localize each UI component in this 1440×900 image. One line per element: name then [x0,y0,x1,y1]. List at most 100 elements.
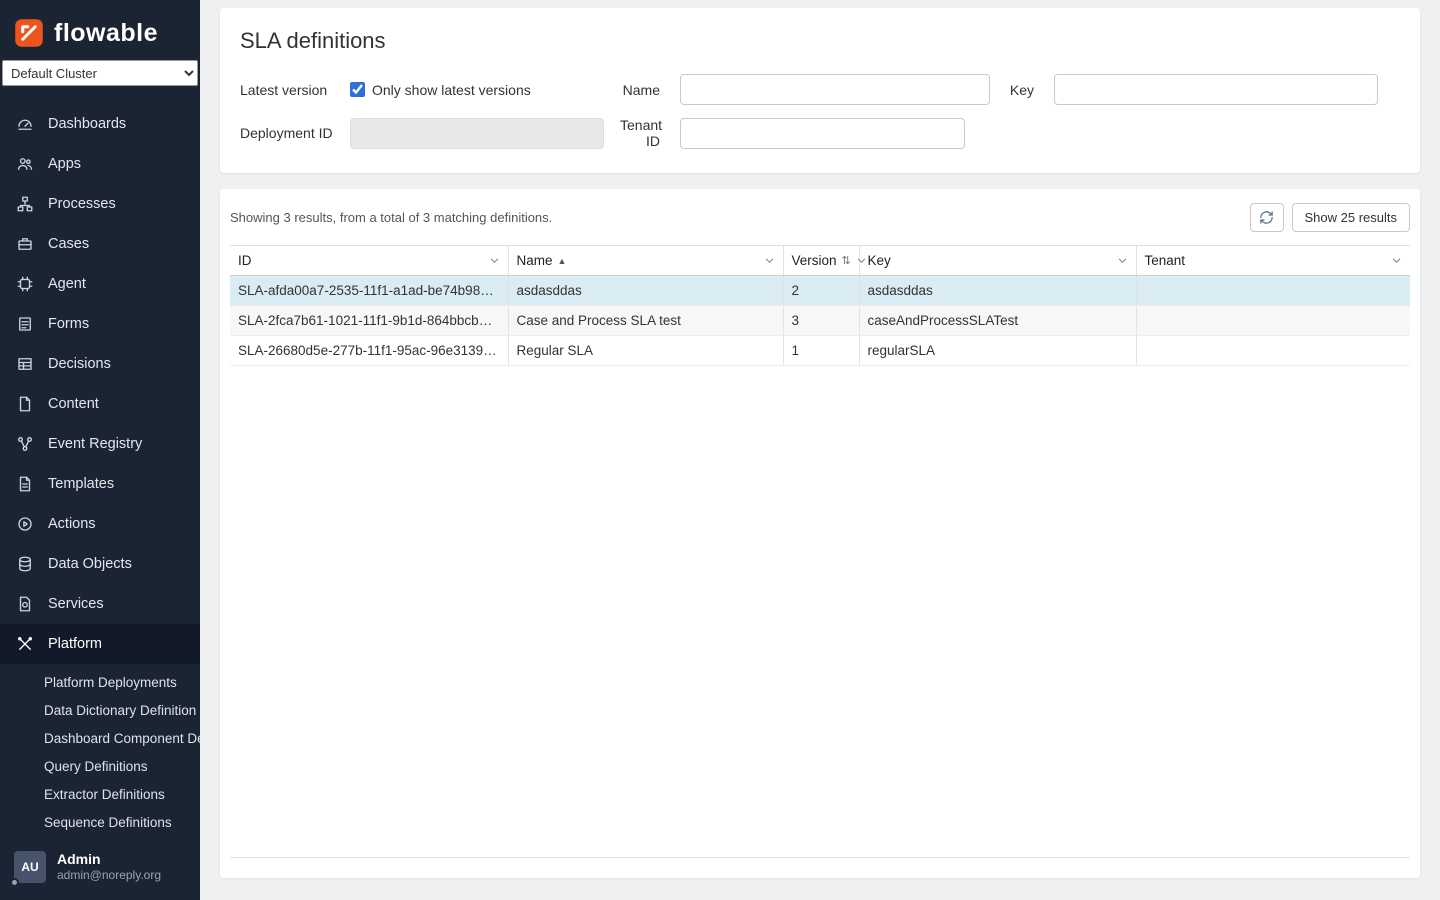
key-label: Key [990,82,1054,98]
avatar: AU [14,851,46,883]
submenu-item-data-dictionary-definition[interactable]: Data Dictionary Definition [0,696,200,724]
status-dot-icon [10,878,19,887]
column-header-id[interactable]: ID [230,246,508,276]
sidebar-item-label: Actions [48,516,96,532]
cell-key: regularSLA [859,336,1136,366]
column-header-key[interactable]: Key [859,246,1136,276]
table-row[interactable]: SLA-26680d5e-277b-11f1-95ac-96e3139c1...… [230,336,1410,366]
sidebar-item-label: Forms [48,316,89,332]
sitemap-icon [16,195,34,213]
sidebar-item-actions[interactable]: Actions [0,504,200,544]
name-input[interactable] [680,74,990,105]
sidebar-item-label: Data Objects [48,556,132,572]
sidebar-item-dashboards[interactable]: Dashboards [0,104,200,144]
column-header-name[interactable]: Name▲ [508,246,783,276]
table-header-row: IDName▲Version⇅KeyTenant [230,246,1410,276]
show-results-button[interactable]: Show 25 results [1292,203,1411,232]
latest-version-label: Latest version [240,82,350,98]
chevron-down-icon[interactable] [489,255,500,266]
cell-name: asdasddas [508,276,783,306]
action-icon [16,515,34,533]
sidebar-item-content[interactable]: Content [0,384,200,424]
chevron-down-icon[interactable] [1117,255,1128,266]
latest-versions-checkbox-label: Only show latest versions [372,82,531,98]
logo-wordmark: flowable [54,19,158,48]
submenu-item-query-definitions[interactable]: Query Definitions [0,752,200,780]
sidebar-item-forms[interactable]: Forms [0,304,200,344]
sidebar-item-label: Services [48,596,104,612]
doc-icon [16,395,34,413]
submenu-item-platform-deployments[interactable]: Platform Deployments [0,668,200,696]
sidebar-item-templates[interactable]: Templates [0,464,200,504]
user-footer[interactable]: AU Admin admin@noreply.org [0,838,200,900]
sidebar-item-event-registry[interactable]: Event Registry [0,424,200,464]
database-icon [16,555,34,573]
refresh-icon [1259,210,1274,225]
latest-versions-checkbox[interactable] [350,82,365,97]
briefcase-icon [16,235,34,253]
sidebar-item-label: Agent [48,276,86,292]
cell-id: SLA-26680d5e-277b-11f1-95ac-96e3139c1... [230,336,508,366]
template-icon [16,475,34,493]
results-table: IDName▲Version⇅KeyTenant SLA-afda00a7-25… [230,245,1410,366]
cell-tenant [1136,306,1410,336]
users-icon [16,155,34,173]
sidebar-item-label: Apps [48,156,81,172]
filter-grid: Latest version Only show latest versions… [240,74,1400,149]
column-header-tenant[interactable]: Tenant [1136,246,1410,276]
cell-tenant [1136,336,1410,366]
flowable-logo: flowable [0,0,200,60]
refresh-button[interactable] [1250,203,1284,232]
deployment-id-label: Deployment ID [240,125,350,141]
name-label: Name [620,82,680,98]
user-name: Admin [57,850,161,868]
sidebar-item-label: Event Registry [48,436,142,452]
sidebar-item-apps[interactable]: Apps [0,144,200,184]
key-input[interactable] [1054,74,1378,105]
chevron-down-icon[interactable] [856,255,867,266]
event-icon [16,435,34,453]
column-header-version[interactable]: Version⇅ [783,246,859,276]
sidebar-item-label: Dashboards [48,116,126,132]
user-email: admin@noreply.org [57,868,161,884]
sidebar-item-data-objects[interactable]: Data Objects [0,544,200,584]
chevron-down-icon[interactable] [764,255,775,266]
chip-icon [16,275,34,293]
cell-version: 3 [783,306,859,336]
chevron-down-icon[interactable] [1391,255,1402,266]
sidebar-item-agent[interactable]: Agent [0,264,200,304]
submenu-item-dashboard-component-de[interactable]: Dashboard Component De [0,724,200,752]
cell-name: Case and Process SLA test [508,306,783,336]
latest-versions-checkbox-wrap[interactable]: Only show latest versions [350,82,620,98]
sort-icon: ⇅ [842,254,851,267]
filters-card: SLA definitions Latest version Only show… [220,8,1420,173]
sidebar-item-platform[interactable]: Platform [0,624,200,664]
sidebar-item-label: Templates [48,476,114,492]
table-row[interactable]: SLA-2fca7b61-1021-11f1-9b1d-864bbcbdb...… [230,306,1410,336]
sidebar-item-cases[interactable]: Cases [0,224,200,264]
cell-key: caseAndProcessSLATest [859,306,1136,336]
table-row[interactable]: SLA-afda00a7-2535-11f1-a1ad-be74b989e...… [230,276,1410,306]
sort-ascending-icon: ▲ [558,256,567,266]
cell-name: Regular SLA [508,336,783,366]
page-title: SLA definitions [240,28,1400,54]
sidebar-item-processes[interactable]: Processes [0,184,200,224]
flowable-logo-icon [14,18,44,48]
gauge-icon [16,115,34,133]
cell-key: asdasddas [859,276,1136,306]
sidebar-item-services[interactable]: Services [0,584,200,624]
submenu-item-extractor-definitions[interactable]: Extractor Definitions [0,780,200,808]
main-content: SLA definitions Latest version Only show… [200,0,1440,900]
tenant-id-input[interactable] [680,118,965,149]
results-summary: Showing 3 results, from a total of 3 mat… [230,210,552,225]
cluster-select[interactable]: Default Cluster [2,60,198,86]
table-icon [16,355,34,373]
sidebar-item-decisions[interactable]: Decisions [0,344,200,384]
table-wrap: IDName▲Version⇅KeyTenant SLA-afda00a7-25… [230,245,1410,858]
platform-submenu: Platform DeploymentsData Dictionary Defi… [0,664,200,836]
cell-id: SLA-afda00a7-2535-11f1-a1ad-be74b989e... [230,276,508,306]
submenu-item-sequence-definitions[interactable]: Sequence Definitions [0,808,200,836]
sidebar-item-label: Cases [48,236,89,252]
service-icon [16,595,34,613]
sidebar-item-label: Content [48,396,99,412]
